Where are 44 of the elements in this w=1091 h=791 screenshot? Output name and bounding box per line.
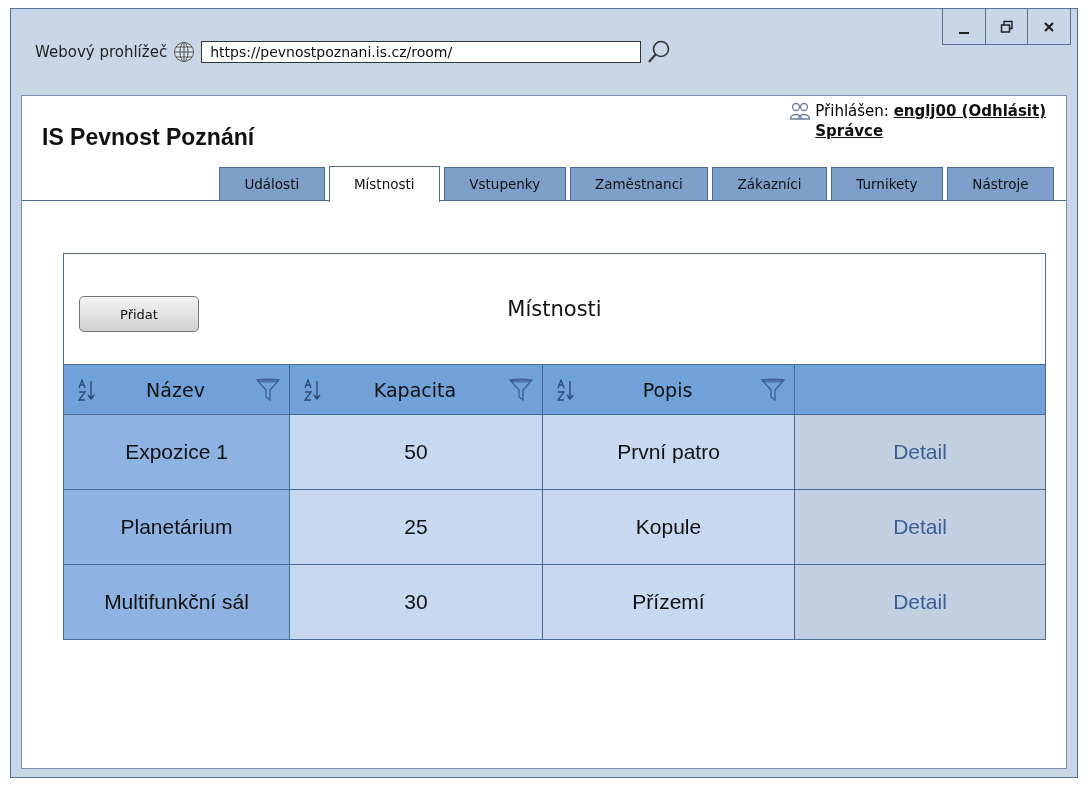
sort-icon[interactable]	[304, 378, 322, 401]
tab[interactable]: Zákazníci	[712, 167, 827, 200]
minimize-button[interactable]	[942, 9, 986, 45]
table-cell: Expozice 1	[64, 414, 290, 489]
detail-link[interactable]: Detail	[893, 515, 947, 539]
table-cell: První patro	[543, 414, 795, 489]
table-cell: 30	[290, 564, 543, 639]
users-icon	[789, 102, 812, 120]
sort-icon[interactable]	[78, 378, 96, 401]
tab[interactable]: Turnikety	[830, 167, 943, 200]
tab[interactable]: Nástroje	[946, 167, 1054, 200]
search-icon[interactable]	[647, 39, 672, 65]
restore-icon	[999, 19, 1014, 34]
detail-link[interactable]: Detail	[893, 590, 947, 614]
table-cell: 25	[290, 489, 543, 564]
column-label: Popis	[642, 378, 693, 401]
table-cell: Multifunkční sál	[64, 564, 290, 639]
filter-icon[interactable]	[760, 376, 786, 403]
filter-icon[interactable]	[508, 376, 534, 403]
filter-icon[interactable]	[255, 376, 281, 403]
table-cell: Přízemí	[543, 564, 795, 639]
minimize-icon	[959, 31, 969, 34]
sort-icon[interactable]	[557, 378, 575, 401]
logout-link[interactable]: englj00 (Odhlásit)	[893, 102, 1046, 120]
browser-title: Webový prohlížeč	[35, 43, 168, 61]
table-cell: Kopule	[543, 489, 795, 564]
close-icon	[1042, 19, 1056, 34]
tab[interactable]: Místnosti	[328, 165, 440, 202]
column-label: Název	[146, 378, 205, 401]
tab[interactable]: Události	[219, 167, 325, 200]
url-field[interactable]: https://pevnostpoznani.is.cz/room/	[201, 41, 642, 63]
app-title: IS Pevnost Poznání	[42, 124, 255, 152]
table-cell: 50	[290, 414, 543, 489]
table-cell: Planetárium	[64, 489, 290, 564]
column-label: Kapacita	[373, 378, 457, 401]
panel-title: Místnosti	[507, 297, 602, 321]
role-link[interactable]: Správce	[815, 122, 884, 140]
globe-icon	[173, 41, 196, 63]
add-button[interactable]: Přidat	[79, 296, 199, 332]
tab[interactable]: Vstupenky	[443, 167, 566, 200]
tab[interactable]: Zaměstnanci	[569, 167, 709, 200]
close-button[interactable]	[1027, 9, 1071, 45]
detail-link[interactable]: Detail	[893, 440, 947, 464]
login-label: Přihlášen:	[815, 102, 889, 120]
